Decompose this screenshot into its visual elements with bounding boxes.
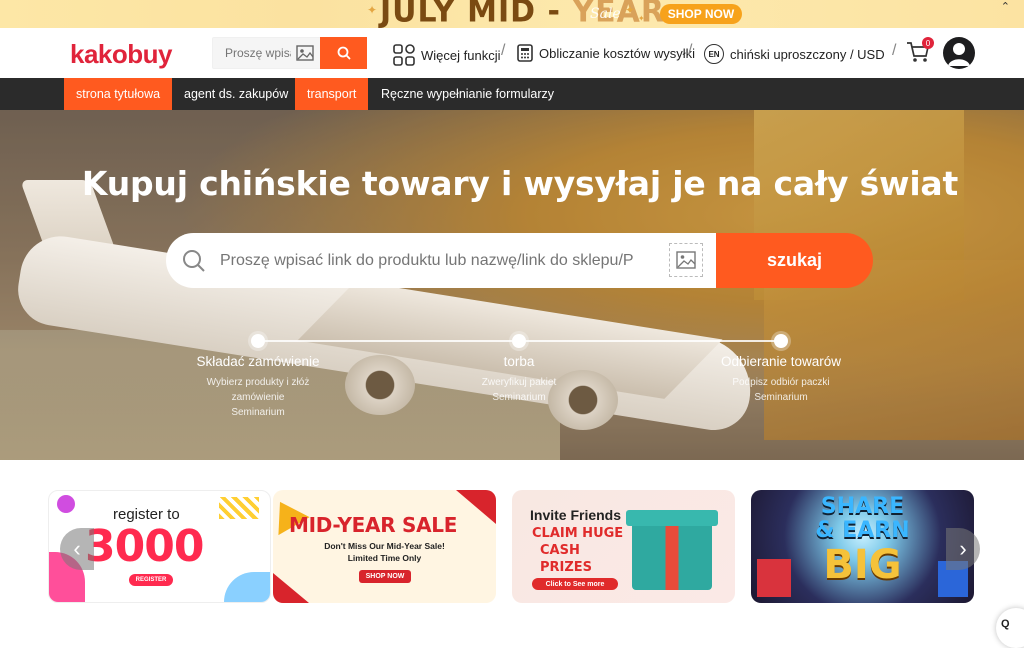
cart-count-badge: 0 <box>922 37 934 49</box>
mid-year-sale-banner[interactable]: MID-YEAR SALE Don't Miss Our Mid-Year Sa… <box>273 490 496 603</box>
hero-search-input[interactable] <box>220 233 662 288</box>
site-header: kakobuy Więcej funkcji / Obliczanie kosz… <box>0 28 1024 78</box>
decoration-icon <box>219 497 259 519</box>
star-icon: ✦ <box>625 3 636 17</box>
step-dot <box>512 334 526 348</box>
search-icon <box>183 250 205 272</box>
gift-bag-icon <box>757 559 791 597</box>
decoration-icon <box>57 495 75 513</box>
gift-box-icon <box>626 510 718 526</box>
star-icon: ✦ <box>638 14 645 23</box>
step-receive: Odbieranie towarów Podpisz odbiór paczki… <box>720 354 842 403</box>
language-currency-selector[interactable]: EN chiński uproszczony / USD <box>704 44 885 64</box>
divider: / <box>892 42 897 59</box>
banner-text: CASH <box>540 543 580 558</box>
image-upload-button[interactable] <box>669 243 703 277</box>
gift-box-icon <box>632 518 712 590</box>
promo-title: JULY MID - YEAR <box>380 0 665 28</box>
decoration-icon <box>224 572 270 602</box>
decoration-icon <box>456 490 496 524</box>
hero-search-bar: szukaj <box>166 233 873 288</box>
image-search-icon[interactable] <box>296 45 314 61</box>
banner-title: & EARN <box>815 518 910 543</box>
image-search-icon <box>676 251 696 269</box>
banner-subtitle: Don't Miss Our Mid-Year Sale! <box>324 541 445 551</box>
chat-button[interactable]: Q <box>996 608 1024 648</box>
cart-button[interactable]: 0 <box>906 37 934 68</box>
invite-friends-banner[interactable]: Invite Friends CLAIM HUGE CASH PRIZES Cl… <box>512 490 735 603</box>
hero-title: Kupuj chińskie towary i wysyłaj je na ca… <box>81 164 959 203</box>
banner-title: MID-YEAR SALE <box>289 513 458 537</box>
banner-text: CLAIM HUGE <box>532 526 624 541</box>
avatar[interactable] <box>943 37 975 69</box>
step-order: Składać zamówienie Wybierz produkty i zł… <box>196 354 320 418</box>
banner-title: SHARE <box>820 494 905 519</box>
promo-script: Sale <box>590 6 621 22</box>
header-search-button[interactable] <box>320 37 367 69</box>
hero-search-field <box>166 233 716 288</box>
search-icon <box>337 46 351 60</box>
scroll-top-icon[interactable]: ⌃ <box>1001 0 1010 13</box>
step-dot <box>774 334 788 348</box>
banner-title: Invite Friends <box>530 507 622 523</box>
divider: / <box>688 42 693 59</box>
carousel-prev-button[interactable]: ‹ <box>60 528 94 570</box>
language-icon: EN <box>704 44 724 64</box>
logo[interactable]: kakobuy <box>70 39 173 70</box>
menu-purchasing-agent[interactable]: agent ds. zakupów <box>172 78 300 110</box>
shipping-calculator-link[interactable]: Obliczanie kosztów wysyłki <box>517 44 695 62</box>
shop-now-button[interactable]: SHOP NOW <box>359 570 411 583</box>
apps-icon <box>393 44 415 66</box>
header-search <box>212 37 367 69</box>
promo-banner[interactable]: ✦ JULY MID - YEAR Sale ✦ ✦ SHOP NOW ⌃ <box>0 0 1024 28</box>
decoration-icon <box>273 573 309 603</box>
divider: / <box>501 42 506 59</box>
menu-transport[interactable]: transport <box>295 78 369 110</box>
shop-now-button[interactable]: SHOP NOW <box>660 4 742 24</box>
banner-text: PRIZES <box>540 560 593 575</box>
user-icon <box>948 43 970 66</box>
see-more-button[interactable]: Click to See more <box>532 578 618 590</box>
banner-amount: 3000 <box>85 521 204 572</box>
promo-carousel: register to 3000 REGISTER MID-YEAR SALE … <box>48 490 978 604</box>
register-button[interactable]: REGISTER <box>129 574 173 586</box>
step-dot <box>251 334 265 348</box>
menu-home[interactable]: strona tytułowa <box>64 78 173 110</box>
hero-search-button[interactable]: szukaj <box>716 233 873 288</box>
header-search-input[interactable] <box>213 38 291 68</box>
calculator-icon <box>517 44 533 62</box>
menu-manual-form[interactable]: Ręczne wypełnianie formularzy <box>369 78 566 110</box>
step-package: torba Zweryfikuj pakiet Seminarium <box>481 354 557 403</box>
more-functions-link[interactable]: Więcej funkcji <box>393 44 500 66</box>
hero-section: Kupuj chińskie towary i wysyłaj je na ca… <box>0 110 1024 460</box>
banner-subtitle: Limited Time Only <box>347 553 422 563</box>
main-menu: strona tytułowa agent ds. zakupów transp… <box>0 78 1024 110</box>
star-icon: ✦ <box>367 3 378 17</box>
share-and-earn-banner[interactable]: SHARE & EARN BIG <box>751 490 974 603</box>
